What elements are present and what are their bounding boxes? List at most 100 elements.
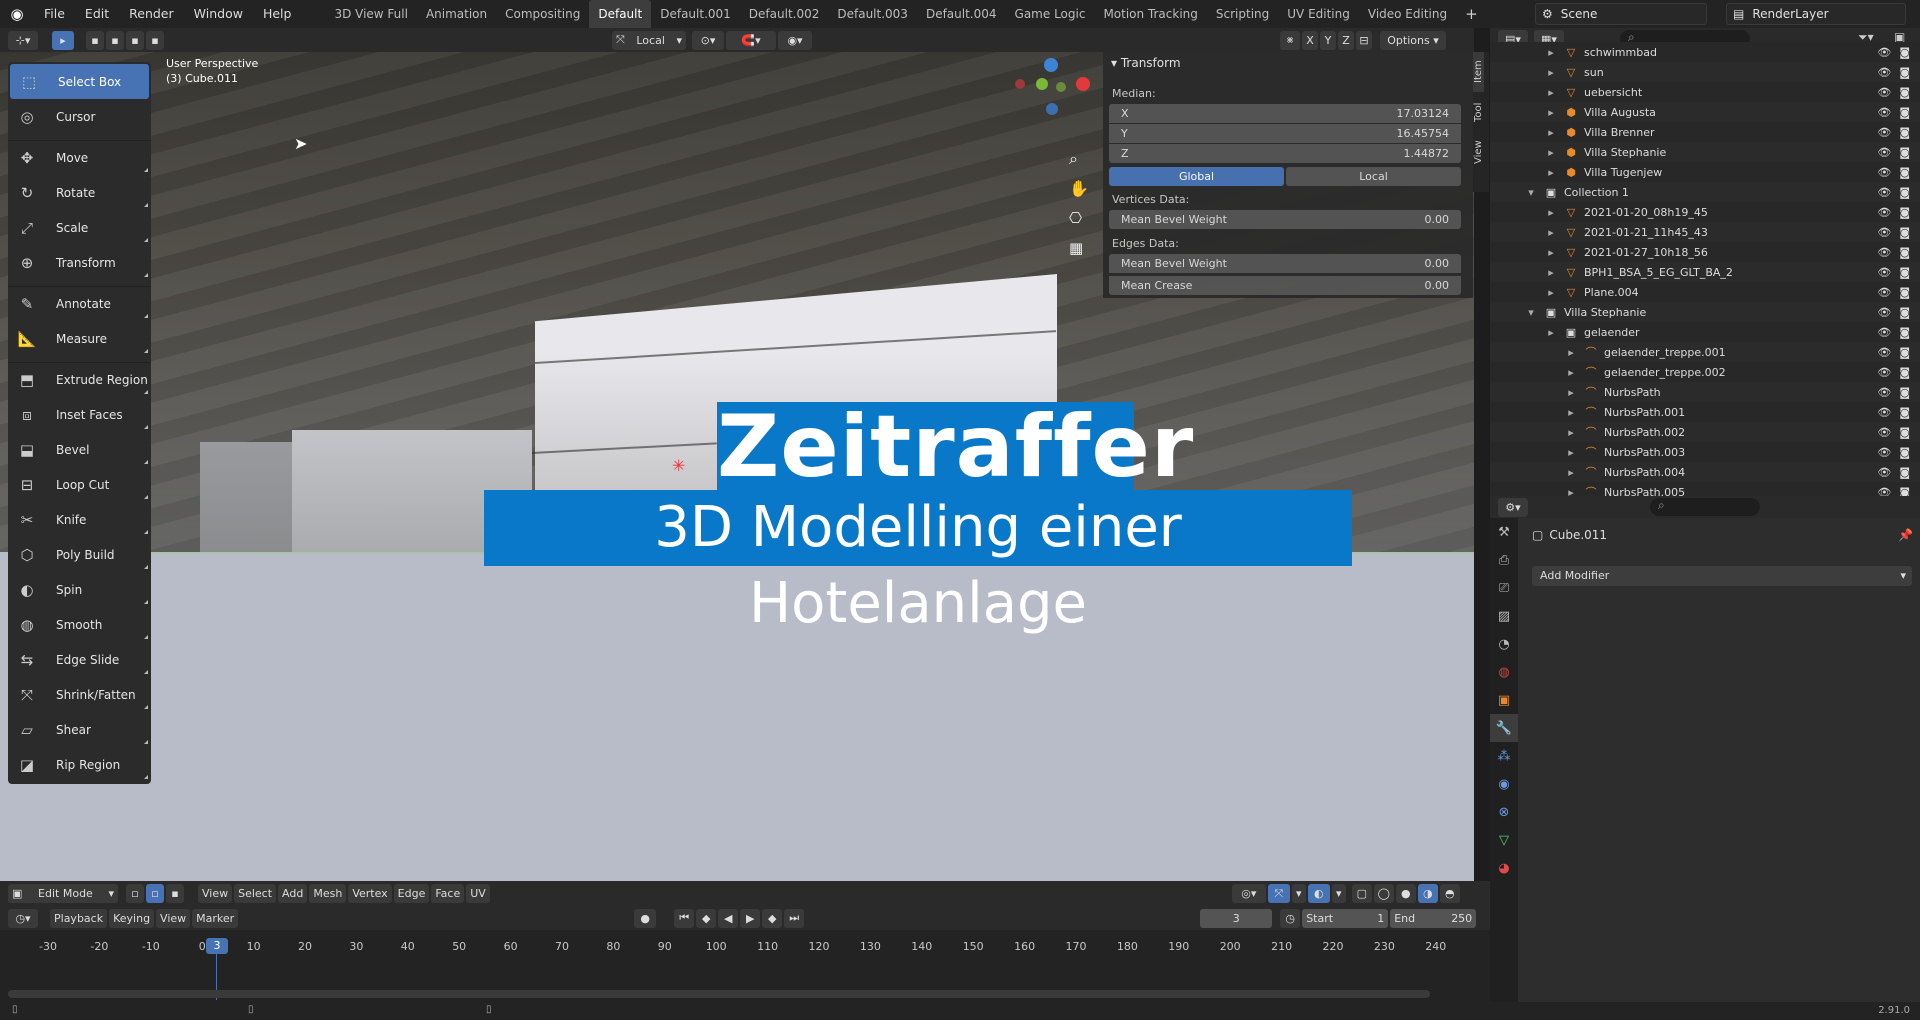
eye-icon[interactable]: 👁 [1877,146,1891,159]
eye-icon[interactable]: 👁 [1877,386,1891,399]
grid-view-icon[interactable]: ▦ [1069,239,1083,257]
edge-select-icon[interactable]: ▫ [146,884,164,903]
timeline-editor-icon[interactable]: ◷▾ [8,908,38,928]
chevron-down-icon[interactable]: ▾ [1331,884,1346,903]
expand-arrow-icon[interactable]: ▾ [1524,305,1538,319]
particles-tab-icon[interactable]: ⁂ [1490,742,1518,770]
mirror-icon[interactable]: ⨳ [1280,30,1300,50]
start-frame-field[interactable]: Start 1 [1302,908,1389,928]
expand-arrow-icon[interactable]: ▾ [1524,185,1538,199]
eye-icon[interactable]: 👁 [1877,66,1891,79]
expand-arrow-icon[interactable]: ▸ [1564,385,1578,399]
expand-arrow-icon[interactable]: ▸ [1544,145,1558,159]
tool-measure[interactable]: 📐 Measure [8,321,151,356]
zoom-icon[interactable]: ⌕ [1069,149,1078,169]
expand-arrow-icon[interactable]: ▸ [1544,245,1558,259]
outliner-row[interactable]: ▸ ▽ 2021-01-20_08h19_45 👁 ◙ [1490,202,1920,222]
axis-x-toggle[interactable]: X [1302,30,1318,50]
tab-workspace[interactable]: Default.004 [917,0,1006,28]
add-workspace-icon[interactable]: + [1456,0,1487,28]
expand-arrow-icon[interactable]: ▸ [1544,265,1558,279]
mean-crease-field[interactable]: Mean Crease 0.00 [1109,276,1461,295]
editor-type-icon[interactable]: ⊹▾ [8,30,38,50]
physics-tab-icon[interactable]: ◉ [1490,770,1518,798]
record-icon[interactable]: ● [634,908,657,928]
median-z-field[interactable]: Z 1.44872 [1109,144,1461,163]
snap-icon[interactable]: 🧲▾ [726,30,776,50]
tab-item[interactable]: Item [1473,52,1484,92]
expand-arrow-icon[interactable]: ▸ [1544,205,1558,219]
render-camera-icon[interactable]: ◙ [1899,326,1910,339]
expand-arrow-icon[interactable]: ▸ [1544,85,1558,99]
render-camera-icon[interactable]: ◙ [1899,46,1910,59]
tool-edge-slide[interactable]: ⇆ Edge Slide [8,642,151,677]
render-camera-icon[interactable]: ◙ [1899,306,1910,319]
tool-shrink-fatten[interactable]: ⤧ Shrink/Fatten [8,677,151,712]
tab-workspace[interactable]: Default.003 [828,0,917,28]
tool-scale[interactable]: ⤢ Scale [8,210,151,245]
select-invert-icon[interactable]: ▪ [146,30,164,50]
outliner-row[interactable]: ▸ ▽ schwimmbad 👁 ◙ [1490,42,1920,62]
options-dropdown[interactable]: Options ▾ [1380,30,1446,50]
outliner-row[interactable]: ▾ ▣ Villa Stephanie 👁 ◙ [1490,302,1920,322]
expand-arrow-icon[interactable]: ▸ [1544,285,1558,299]
menu-mesh[interactable]: Mesh [309,884,347,903]
eye-icon[interactable]: 👁 [1877,46,1891,59]
outliner-row[interactable]: ▸ ▽ Plane.004 👁 ◙ [1490,282,1920,302]
outliner-row[interactable]: ▸ ▽ sun 👁 ◙ [1490,62,1920,82]
vertex-select-icon[interactable]: ▫ [126,884,144,903]
transform-orientation-dropdown[interactable]: ⤧ Local ▾ [612,30,686,50]
tool-rip-region[interactable]: ◪ Rip Region [8,747,151,782]
tab-workspace-active[interactable]: Default [589,0,652,28]
menu-keying[interactable]: Keying [109,908,155,928]
render-camera-icon[interactable]: ◙ [1899,446,1910,459]
tab-workspace[interactable]: Animation [417,0,496,28]
outliner-row[interactable]: ▸ ⬢ Villa Tugenjew 👁 ◙ [1490,162,1920,182]
tab-tool[interactable]: Tool [1473,92,1484,132]
gizmo-y-axis[interactable] [1036,78,1048,90]
clock-icon[interactable]: ◷ [1280,908,1301,928]
outliner-row[interactable]: ▸ ⌒ NurbsPath.001 👁 ◙ [1490,402,1920,422]
eye-icon[interactable]: 👁 [1877,266,1891,279]
tool-knife[interactable]: ✂ Knife [8,502,151,537]
render-camera-icon[interactable]: ◙ [1899,106,1910,119]
eye-icon[interactable]: 👁 [1877,486,1891,497]
outliner-row[interactable]: ▸ ⌒ NurbsPath.002 👁 ◙ [1490,422,1920,442]
expand-arrow-icon[interactable]: ▸ [1564,365,1578,379]
median-y-field[interactable]: Y 16.45754 [1109,124,1461,143]
outliner-row[interactable]: ▸ ⬢ Villa Stephanie 👁 ◙ [1490,142,1920,162]
render-camera-icon[interactable]: ◙ [1899,426,1910,439]
wireframe-shading-icon[interactable]: ◯ [1373,884,1394,903]
outliner-row[interactable]: ▸ ⬢ Villa Brenner 👁 ◙ [1490,122,1920,142]
tool-rotate[interactable]: ↻ Rotate [8,175,151,210]
tab-workspace[interactable]: Scripting [1207,0,1278,28]
play-icon[interactable]: ▶ [740,908,761,928]
outliner-row[interactable]: ▸ ▽ uebersicht 👁 ◙ [1490,82,1920,102]
expand-arrow-icon[interactable]: ▸ [1544,225,1558,239]
prev-keyframe-icon[interactable]: ◆ [696,908,717,928]
material-shading-icon[interactable]: ◑ [1417,884,1438,903]
tab-view[interactable]: View [1473,132,1484,172]
tab-workspace[interactable]: Compositing [496,0,589,28]
view-layer-tab-icon[interactable]: ▨ [1490,602,1518,630]
visibility-icon[interactable]: ◎▾ [1231,884,1266,903]
render-camera-icon[interactable]: ◙ [1899,146,1910,159]
expand-arrow-icon[interactable]: ▸ [1564,465,1578,479]
eye-icon[interactable]: 👁 [1877,226,1891,239]
gizmo-neg-x-axis[interactable] [1015,79,1025,89]
view-layer-selector[interactable]: ▤ RenderLayer [1726,3,1906,25]
render-camera-icon[interactable]: ◙ [1899,186,1910,199]
object-tab-icon[interactable]: ▣ [1490,686,1518,714]
menu-uv[interactable]: UV [466,884,490,903]
eye-icon[interactable]: 👁 [1877,286,1891,299]
render-camera-icon[interactable]: ◙ [1899,266,1910,279]
eye-icon[interactable]: 👁 [1877,426,1891,439]
menu-window[interactable]: Window [184,0,253,28]
blender-logo-icon[interactable]: ◉ [0,0,34,28]
eye-icon[interactable]: 👁 [1877,306,1891,319]
axis-y-toggle[interactable]: Y [1320,30,1336,50]
modifier-tab-icon[interactable]: 🔧 [1490,714,1518,742]
expand-arrow-icon[interactable]: ▸ [1544,65,1558,79]
render-camera-icon[interactable]: ◙ [1899,66,1910,79]
topology-icon[interactable]: ⊟ [1356,30,1372,50]
